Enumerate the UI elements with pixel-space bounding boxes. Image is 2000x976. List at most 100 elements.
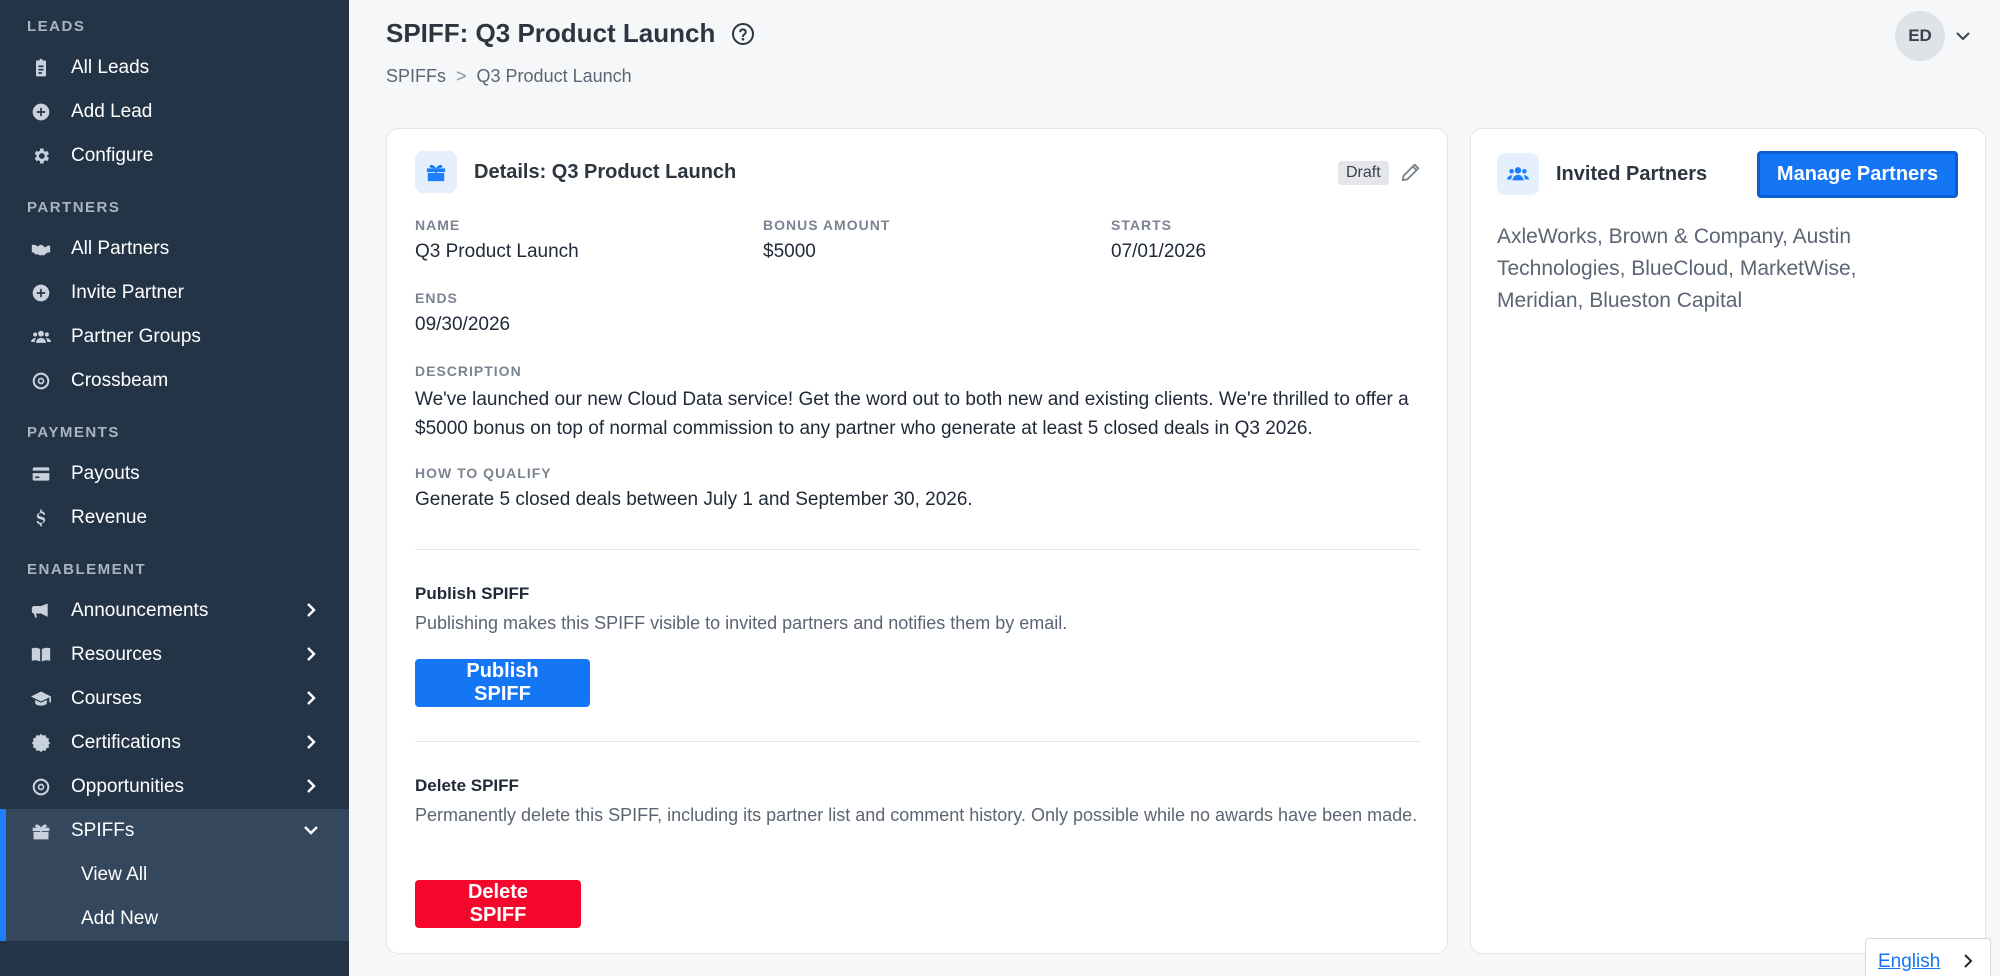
- sidebar-item-spiffs[interactable]: SPIFFs: [0, 809, 349, 853]
- gift-icon: [29, 819, 53, 843]
- sidebar-item-label: Announcements: [71, 600, 209, 621]
- plus-circle-icon: [29, 100, 53, 124]
- breadcrumb-current: Q3 Product Launch: [476, 66, 632, 86]
- breadcrumb-separator: >: [456, 66, 467, 86]
- section-label-partners: PARTNERS: [27, 199, 121, 216]
- field-name: NAME Q3 Product Launch: [415, 217, 579, 263]
- field-value: We've launched our new Cloud Data servic…: [415, 389, 1409, 439]
- avatar[interactable]: ED: [1895, 11, 1945, 61]
- divider: [415, 549, 1421, 550]
- sidebar-item-all-partners[interactable]: All Partners: [0, 227, 349, 271]
- field-label: NAME: [415, 217, 461, 233]
- field-starts: STARTS 07/01/2026: [1111, 217, 1206, 263]
- chevron-right-icon: [303, 778, 321, 796]
- field-label: ENDS: [415, 290, 458, 306]
- invited-partners-title: Invited Partners: [1556, 162, 1708, 185]
- publish-description: Publishing makes this SPIFF visible to i…: [415, 613, 1068, 633]
- field-label: BONUS AMOUNT: [763, 217, 891, 233]
- manage-partners-button[interactable]: Manage Partners: [1757, 151, 1958, 198]
- field-value: $5000: [763, 241, 816, 262]
- field-label: STARTS: [1111, 217, 1172, 233]
- users-icon: [1497, 153, 1539, 195]
- field-value: Generate 5 closed deals between July 1 a…: [415, 489, 973, 510]
- field-label: DESCRIPTION: [415, 363, 522, 379]
- sidebar-item-label: Opportunities: [71, 776, 185, 797]
- chevron-right-icon: [303, 690, 321, 708]
- page-title: SPIFF: Q3 Product Launch: [386, 18, 755, 49]
- sidebar-item-add-lead[interactable]: Add Lead: [0, 90, 349, 134]
- language-link[interactable]: English: [1878, 951, 1940, 973]
- help-icon[interactable]: [731, 22, 755, 46]
- section-label-payments: PAYMENTS: [27, 424, 120, 441]
- sidebar-item-label: Configure: [71, 145, 154, 166]
- sidebar-item-label: Invite Partner: [71, 282, 184, 303]
- section-label-enablement: ENABLEMENT: [27, 561, 147, 578]
- invited-partners-header: Invited Partners: [1497, 153, 1707, 195]
- section-label-leads: LEADS: [27, 18, 86, 35]
- breadcrumb-spiffs-link[interactable]: SPIFFs: [386, 66, 446, 87]
- details-card-title: Details: Q3 Product Launch: [474, 160, 737, 183]
- field-label: HOW TO QUALIFY: [415, 465, 552, 481]
- clipboard-icon: [29, 56, 53, 80]
- sidebar-item-crossbeam[interactable]: Crossbeam: [0, 359, 349, 403]
- sidebar-subitem-view-all[interactable]: View All: [0, 853, 349, 897]
- sidebar-item-configure[interactable]: Configure: [0, 134, 349, 178]
- graduation-cap-icon: [29, 687, 53, 711]
- gear-icon: [29, 144, 53, 168]
- sidebar: LEADS All Leads Add Lead Configure PARTN…: [0, 0, 349, 976]
- sidebar-item-label: All Partners: [71, 238, 170, 259]
- chevron-down-icon: [303, 822, 321, 840]
- publish-spiff-button[interactable]: Publish SPIFF: [415, 659, 590, 707]
- page-title-text: SPIFF: Q3 Product Launch: [386, 18, 716, 48]
- breadcrumb: SPIFFs > Q3 Product Launch: [386, 66, 632, 87]
- delete-description: Permanently delete this SPIFF, including…: [415, 805, 1418, 825]
- credit-card-icon: [29, 462, 53, 486]
- chevron-right-icon: [303, 646, 321, 664]
- sidebar-item-label: Add Lead: [71, 101, 153, 122]
- handshake-icon: [29, 237, 53, 261]
- users-icon: [29, 325, 53, 349]
- sidebar-item-resources[interactable]: Resources: [0, 633, 349, 677]
- chevron-down-icon[interactable]: [1955, 28, 1971, 44]
- publish-heading: Publish SPIFF: [415, 584, 530, 603]
- field-description: DESCRIPTION We've launched our new Cloud…: [415, 363, 1425, 443]
- field-value: 09/30/2026: [415, 314, 511, 335]
- plus-circle-icon: [29, 281, 53, 305]
- status-badge: Draft: [1338, 161, 1389, 185]
- target-icon: [29, 775, 53, 799]
- sidebar-item-label: Partner Groups: [71, 326, 201, 347]
- sidebar-item-all-leads[interactable]: All Leads: [0, 46, 349, 90]
- details-card-header: Details: Q3 Product Launch: [415, 151, 736, 193]
- delete-spiff-button[interactable]: Delete SPIFF: [415, 880, 581, 928]
- sidebar-item-certifications[interactable]: Certifications: [0, 721, 349, 765]
- pencil-icon[interactable]: [1400, 161, 1422, 183]
- sidebar-item-payouts[interactable]: Payouts: [0, 452, 349, 496]
- field-value: Q3 Product Launch: [415, 241, 579, 262]
- field-bonus-amount: BONUS AMOUNT $5000: [763, 217, 890, 263]
- sidebar-item-label: Crossbeam: [71, 370, 169, 391]
- book-icon: [29, 643, 53, 667]
- dollar-icon: [29, 506, 53, 530]
- sidebar-item-label: SPIFFs: [71, 820, 135, 841]
- delete-heading: Delete SPIFF: [415, 776, 519, 795]
- field-how-to-qualify: HOW TO QUALIFY Generate 5 closed deals b…: [415, 465, 973, 511]
- field-value: 07/01/2026: [1111, 241, 1207, 262]
- invited-partners-list: AxleWorks, Brown & Company, Austin Techn…: [1497, 225, 1857, 312]
- divider: [415, 741, 1421, 742]
- sidebar-item-label: Revenue: [71, 507, 148, 528]
- chevron-right-icon: [303, 734, 321, 752]
- sidebar-subitem-add-new[interactable]: Add New: [0, 897, 349, 941]
- certificate-icon: [29, 731, 53, 755]
- chevron-right-icon: [1960, 953, 1976, 969]
- sidebar-item-courses[interactable]: Courses: [0, 677, 349, 721]
- sidebar-item-invite-partner[interactable]: Invite Partner: [0, 271, 349, 315]
- sidebar-item-partner-groups[interactable]: Partner Groups: [0, 315, 349, 359]
- sidebar-item-revenue[interactable]: Revenue: [0, 496, 349, 540]
- language-selector[interactable]: English: [1865, 938, 1991, 976]
- chevron-right-icon: [303, 602, 321, 620]
- sidebar-item-opportunities[interactable]: Opportunities: [0, 765, 349, 809]
- sidebar-item-label: All Leads: [71, 57, 150, 78]
- gift-icon: [415, 151, 457, 193]
- sidebar-item-label: Courses: [71, 688, 142, 709]
- sidebar-item-announcements[interactable]: Announcements: [0, 589, 349, 633]
